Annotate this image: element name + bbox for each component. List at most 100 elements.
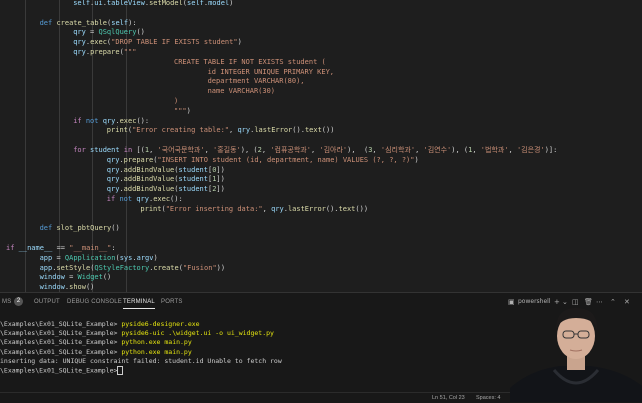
code-token: ,	[472, 146, 481, 154]
code-token: ), (	[240, 146, 258, 154]
code-token: not	[119, 195, 137, 203]
code-line[interactable]: for student in [(1, '국어국문학과', '홍길동'), (2…	[73, 145, 557, 155]
code-line[interactable]: def create_table(self):	[40, 18, 137, 28]
code-line[interactable]: window = Widget()	[40, 272, 112, 282]
code-token: "__main__"	[69, 244, 112, 252]
tab-debug-console[interactable]: DEBUG CONSOLE	[67, 299, 122, 305]
code-token: def	[39, 18, 57, 27]
terminal-line: \Examples\Ex01_SQLite_Example> pyside6-d…	[0, 320, 200, 329]
code-line[interactable]: id INTEGER UNIQUE PRIMARY KEY,	[208, 67, 334, 77]
code-token: show	[69, 283, 86, 292]
code-token: addBindValue	[123, 175, 175, 184]
code-token: prepare	[123, 155, 154, 164]
code-token: sys	[119, 253, 133, 262]
code-token: qry	[271, 204, 284, 213]
code-token: ()	[136, 28, 145, 37]
code-line[interactable]: qry.prepare("INSERT INTO student (id, de…	[107, 155, 419, 165]
code-token: prepare	[90, 48, 120, 56]
code-line[interactable]: qry.prepare("""	[73, 47, 136, 57]
code-token: ())	[321, 126, 335, 135]
code-token: app	[39, 253, 53, 262]
code-token: '법학과'	[480, 146, 509, 154]
code-line[interactable]: qry.exec("DROP TABLE IF EXISTS student")	[73, 37, 242, 47]
code-token: QStyleFactory	[94, 263, 150, 272]
code-token: =	[85, 28, 99, 37]
code-line[interactable]: def slot_pbtQuery()	[40, 223, 120, 233]
code-token: [(	[136, 146, 145, 154]
terminal-line: \Examples\Ex01_SQLite_Example> python.ex…	[0, 338, 192, 347]
code-token: ])	[216, 185, 225, 194]
code-token: :	[111, 244, 116, 252]
code-token: qry	[106, 155, 120, 164]
code-token: slot_pbtQuery	[56, 224, 112, 233]
code-token: ():	[170, 195, 183, 203]
code-line[interactable]: qry.addBindValue(student[2])	[107, 184, 225, 194]
code-line[interactable]: department VARCHAR(80),	[208, 76, 305, 86]
code-token: setModel	[149, 0, 183, 7]
code-token: qry	[106, 175, 120, 184]
code-token: CREATE TABLE IF NOT EXISTS student (	[174, 57, 326, 66]
code-line[interactable]: self.ui.tableView.setModel(self.model)	[73, 0, 233, 8]
code-token: window	[39, 273, 65, 282]
code-line[interactable]: print("Error creating table:", qry.lastE…	[107, 125, 335, 135]
code-line[interactable]: if __name__ == "__main__":	[6, 243, 116, 253]
terminal-prompt: \Examples\Ex01_SQLite_Example>	[0, 347, 118, 356]
code-token: )]:	[544, 146, 558, 154]
cursor-position[interactable]: Ln 51, Col 23	[432, 395, 465, 401]
presenter-image	[510, 308, 642, 402]
code-token: qry	[106, 185, 120, 194]
tab-terminal[interactable]: TERMINAL	[123, 299, 155, 309]
code-token: ,	[204, 146, 214, 154]
code-token: exec	[119, 116, 137, 125]
code-line[interactable]: CREATE TABLE IF NOT EXISTS student (	[174, 57, 326, 67]
code-line[interactable]: if not qry.exec():	[73, 116, 149, 126]
code-token: ())	[355, 204, 369, 213]
code-token: not	[85, 116, 103, 125]
webcam-overlay	[510, 300, 642, 402]
code-line[interactable]: print("Error inserting data:", qry.lastE…	[140, 204, 368, 214]
code-token: student	[178, 165, 208, 174]
code-editor[interactable]: self.ui.tableView.setModel(self.model) de…	[0, 0, 642, 292]
code-token: ui	[94, 0, 103, 7]
tab-ports[interactable]: PORTS	[161, 299, 183, 305]
code-token: __name__	[18, 244, 57, 252]
code-token: name VARCHAR(30)	[207, 87, 276, 96]
code-line[interactable]: window.show()	[40, 282, 95, 292]
code-token: =	[52, 253, 65, 262]
code-token: qry	[73, 48, 86, 56]
code-line[interactable]: app.setStyle(QStyleFactory.create("Fusio…	[40, 263, 226, 273]
code-token: student	[178, 185, 208, 194]
code-token: Widget	[77, 273, 103, 282]
code-token: ))	[216, 263, 226, 272]
code-line[interactable]: name VARCHAR(30)	[208, 86, 275, 96]
code-line[interactable]: app = QApplication(sys.argv)	[40, 253, 158, 263]
code-line[interactable]: if not qry.exec():	[107, 194, 183, 204]
code-token: exec	[90, 38, 107, 47]
code-token: '컴퓨공학과'	[270, 146, 311, 154]
indentation-status[interactable]: Spaces: 4	[476, 395, 500, 401]
code-token: student	[90, 146, 124, 154]
terminal-prompt: \Examples\Ex01_SQLite_Example>	[0, 366, 118, 375]
code-token: self	[187, 0, 204, 7]
code-line[interactable]: qry = QSqlQuery()	[73, 27, 145, 37]
terminal-prompt: \Examples\Ex01_SQLite_Example>	[0, 338, 118, 347]
terminal-line: \Examples\Ex01_SQLite_Example> python.ex…	[0, 348, 192, 357]
code-token: ])	[216, 165, 225, 174]
code-token: window	[39, 283, 65, 292]
code-token: department VARCHAR(80),	[207, 77, 305, 86]
code-token: "INSERT INTO student (id, department, na…	[157, 155, 415, 164]
code-line[interactable]: qry.addBindValue(student[0])	[107, 165, 225, 175]
code-token: addBindValue	[123, 185, 175, 194]
code-token: "Fusion"	[182, 263, 217, 272]
tab-problems[interactable]: MS	[2, 299, 11, 305]
code-line[interactable]: )	[174, 96, 178, 106]
code-line[interactable]: """)	[174, 106, 191, 116]
terminal-line: \Examples\Ex01_SQLite_Example> pyside6-u…	[0, 329, 274, 338]
problems-count-badge: 2	[14, 297, 23, 306]
code-token: model	[208, 0, 230, 7]
code-token: ()	[111, 224, 120, 233]
terminal-cursor	[117, 366, 124, 375]
code-token: ), (	[451, 146, 469, 154]
tab-output[interactable]: OUTPUT	[34, 299, 60, 305]
code-line[interactable]: qry.addBindValue(student[1])	[107, 174, 225, 184]
